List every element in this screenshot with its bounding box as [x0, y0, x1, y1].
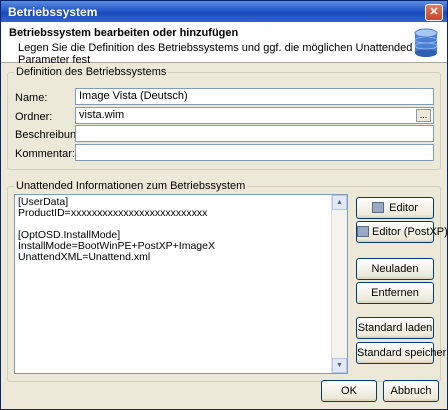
- unattended-text: [UserData] ProductID=xxxxxxxxxxxxxxxxxxx…: [18, 196, 215, 263]
- database-icon: [414, 28, 438, 57]
- editor-button[interactable]: Editor: [356, 197, 434, 219]
- folder-value: vista.wim: [79, 109, 125, 121]
- title-bar[interactable]: Betriebssystem ✕: [1, 1, 447, 22]
- header-title: Betriebssystem bearbeiten oder hinzufüge…: [9, 27, 239, 39]
- folder-field[interactable]: vista.wim ...: [75, 107, 434, 124]
- scroll-up-icon[interactable]: ▲: [332, 195, 347, 210]
- description-field[interactable]: [75, 125, 434, 142]
- remove-button[interactable]: Entfernen: [356, 282, 434, 304]
- editor-postxp-icon: [357, 226, 369, 237]
- scroll-down-icon[interactable]: ▼: [332, 358, 347, 373]
- header-subtitle: Legen Sie die Definition des Betriebssys…: [18, 42, 413, 66]
- definition-legend: Definition des Betriebssystems: [14, 66, 169, 78]
- dialog-window: Betriebssystem ✕ Betriebssystem bearbeit…: [0, 0, 448, 410]
- window-title: Betriebssystem: [8, 5, 98, 19]
- vertical-scrollbar[interactable]: ▲ ▼: [331, 195, 347, 373]
- editor-button-label: Editor: [389, 202, 418, 214]
- save-default-button[interactable]: Standard speichern: [356, 342, 447, 364]
- unattended-legend: Unattended Informationen zum Betriebssys…: [14, 180, 248, 192]
- reload-button[interactable]: Neuladen: [356, 258, 434, 280]
- name-label: Name:: [15, 92, 48, 104]
- unattended-textarea[interactable]: [UserData] ProductID=xxxxxxxxxxxxxxxxxxx…: [14, 194, 348, 374]
- close-button[interactable]: ✕: [425, 4, 443, 21]
- ok-button[interactable]: OK: [321, 380, 377, 402]
- browse-button[interactable]: ...: [416, 109, 431, 122]
- editor-postxp-button[interactable]: Editor (PostXP): [356, 221, 447, 243]
- editor-postxp-label: Editor (PostXP): [372, 226, 448, 238]
- folder-label: Ordner:: [15, 111, 53, 123]
- load-default-button[interactable]: Standard laden: [356, 317, 434, 339]
- cancel-button[interactable]: Abbruch: [383, 380, 439, 402]
- name-field[interactable]: Image Vista (Deutsch): [75, 88, 434, 105]
- comment-field[interactable]: [75, 144, 434, 161]
- editor-icon: [372, 202, 385, 213]
- dialog-header: Betriebssystem bearbeiten oder hinzufüge…: [1, 22, 447, 66]
- comment-label: Kommentar:: [15, 148, 75, 160]
